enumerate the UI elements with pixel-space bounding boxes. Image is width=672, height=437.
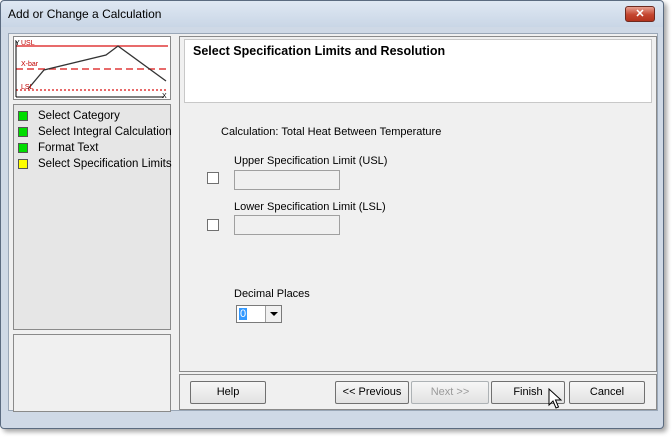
- previous-button[interactable]: << Previous: [335, 381, 409, 404]
- description-panel: [13, 334, 171, 412]
- thumb-usl-label: USL: [21, 40, 35, 47]
- usl-input[interactable]: [234, 170, 340, 190]
- lsl-checkbox[interactable]: [207, 219, 219, 231]
- step-label: Select Category: [38, 110, 120, 122]
- step-status-icon: [18, 111, 28, 121]
- step-status-icon: [18, 127, 28, 137]
- lsl-label: Lower Specification Limit (LSL): [234, 201, 386, 213]
- decimal-places-label: Decimal Places: [234, 288, 310, 300]
- thumb-y-label: Y: [15, 40, 20, 47]
- thumb-lsl-label: LSL: [21, 84, 34, 91]
- step-status-icon: [18, 159, 28, 169]
- step-label: Select Integral Calculation: [38, 126, 172, 138]
- mouse-cursor-icon: [548, 388, 562, 409]
- dialog-window: Add or Change a Calculation ✕ Y USL X-ba…: [0, 0, 664, 429]
- panel-title: Select Specification Limits and Resoluti…: [193, 44, 446, 58]
- usl-label: Upper Specification Limit (USL): [234, 155, 388, 167]
- window-title: Add or Change a Calculation: [8, 7, 162, 21]
- usl-checkbox[interactable]: [207, 172, 219, 184]
- next-button[interactable]: Next >>: [411, 381, 489, 404]
- step-label: Select Specification Limits: [38, 158, 172, 170]
- calculation-text: Calculation: Total Heat Between Temperat…: [221, 126, 442, 138]
- help-button[interactable]: Help: [190, 381, 266, 404]
- decimal-places-select[interactable]: 0: [236, 305, 282, 323]
- wizard-steps-list: Select Category Select Integral Calculat…: [13, 104, 172, 330]
- lsl-input[interactable]: [234, 215, 340, 235]
- control-chart-thumbnail: Y USL X-bar LSL X: [15, 40, 168, 99]
- chevron-down-icon[interactable]: [265, 306, 281, 322]
- spec-limits-thumbnail: Y USL X-bar LSL X: [13, 36, 171, 100]
- button-bar: Help << Previous Next >> Finish Cancel: [179, 374, 657, 410]
- dialog-client-area: Y USL X-bar LSL X Select Category Select…: [8, 33, 658, 412]
- title-bar[interactable]: Add or Change a Calculation ✕: [1, 1, 663, 27]
- decimal-places-value: 0: [239, 308, 248, 320]
- close-button[interactable]: ✕: [625, 6, 655, 22]
- data-trace: [27, 45, 167, 90]
- step-label: Format Text: [38, 142, 99, 154]
- panel-header: Select Specification Limits and Resoluti…: [184, 39, 652, 103]
- thumb-x-label: X: [162, 93, 167, 99]
- step-status-icon: [18, 143, 28, 153]
- cancel-button[interactable]: Cancel: [569, 381, 645, 404]
- thumb-xbar-label: X-bar: [21, 61, 39, 68]
